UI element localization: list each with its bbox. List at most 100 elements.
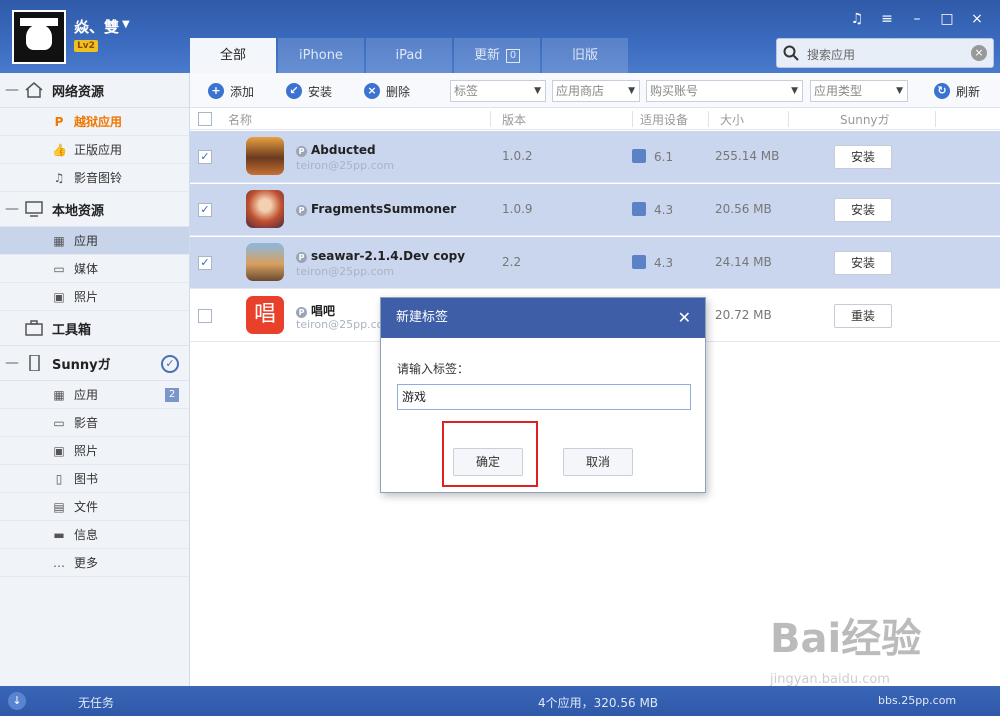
music-icon[interactable]: ♫ — [842, 8, 872, 30]
app-icon — [246, 190, 284, 228]
close-icon[interactable]: × — [962, 8, 992, 30]
tab-label: 旧版 — [571, 48, 598, 63]
close-icon[interactable]: ✕ — [678, 298, 691, 338]
dialog-title-bar: 新建标签 ✕ — [381, 298, 705, 338]
column-header-size[interactable]: 大小 — [720, 111, 744, 128]
collapse-icon[interactable]: — — [0, 201, 24, 217]
chevron-down-icon: ▼ — [628, 86, 635, 96]
sidebar-item-label: 信息 — [74, 528, 99, 542]
menu-icon[interactable]: ≡ — [872, 8, 902, 30]
sidebar-item-label: 图书 — [74, 472, 99, 486]
install-button[interactable]: 安装 — [834, 145, 892, 169]
add-button[interactable]: + 添加 — [208, 81, 254, 101]
avatar-face-shape — [26, 24, 52, 50]
refresh-button[interactable]: ↻ 刷新 — [934, 81, 980, 101]
dropdown-value: 应用类型 — [814, 84, 863, 98]
pp-icon: P — [296, 307, 307, 318]
row-checkbox[interactable] — [198, 309, 212, 323]
app-size: 20.72 MB — [715, 308, 772, 322]
reinstall-button[interactable]: 重装 — [834, 304, 892, 328]
collapse-icon[interactable]: — — [0, 355, 24, 371]
sidebar-item-local-apps[interactable]: ▦ 应用 — [0, 227, 189, 255]
maximize-icon[interactable]: □ — [932, 8, 962, 30]
chevron-down-icon: ▼ — [534, 86, 541, 96]
column-divider — [632, 111, 633, 127]
app-store-dropdown[interactable]: 应用商店 ▼ — [552, 80, 640, 102]
task-status[interactable]: 无任务 — [78, 694, 114, 711]
account-dropdown[interactable]: 购买账号 ▼ — [646, 80, 803, 102]
table-row[interactable]: ✓ P Abducted teiron@25pp.com 1.0.2 6.1 25… — [190, 131, 1000, 183]
grid-icon: ▦ — [53, 233, 65, 248]
app-size: 255.14 MB — [715, 149, 780, 163]
tag-input[interactable]: 游戏 — [397, 384, 691, 410]
app-device: 6.1 — [632, 149, 673, 164]
row-checkbox[interactable]: ✓ — [198, 256, 212, 270]
delete-button[interactable]: × 删除 — [364, 81, 410, 101]
column-header-version[interactable]: 版本 — [502, 111, 526, 128]
sidebar-item-media-ringtones[interactable]: ♫ 影音图铃 — [0, 164, 189, 192]
pp-icon: P — [54, 114, 64, 129]
tab-label: 更新 — [473, 48, 500, 63]
table-row[interactable]: ✓ Pseawar-2.1.4.Dev copy teiron@25pp.com… — [190, 237, 1000, 289]
column-divider — [490, 111, 491, 127]
tab-updates[interactable]: 更新 0 — [454, 38, 540, 73]
search-icon — [783, 45, 799, 61]
minimize-icon[interactable]: – — [902, 8, 932, 30]
sidebar-item-device-books[interactable]: ▯ 图书 — [0, 465, 189, 493]
tab-bar: 全部 iPhone iPad 更新 0 旧版 — [190, 38, 630, 73]
tab-iphone[interactable]: iPhone — [278, 38, 364, 73]
phone-icon — [29, 355, 40, 371]
add-label: 添加 — [230, 84, 255, 99]
row-checkbox[interactable]: ✓ — [198, 150, 212, 164]
install-button[interactable]: 安装 — [834, 198, 892, 222]
column-header-name[interactable]: 名称 — [228, 111, 252, 128]
tab-ipad[interactable]: iPad — [366, 38, 452, 73]
sidebar-item-device-media[interactable]: ▭ 影音 — [0, 409, 189, 437]
collapse-icon[interactable]: — — [0, 82, 24, 98]
sidebar-item-local-media[interactable]: ▭ 媒体 — [0, 255, 189, 283]
download-icon[interactable]: ↓ — [8, 692, 26, 710]
chevron-down-icon[interactable]: ▼ — [122, 19, 130, 30]
cancel-button[interactable]: 取消 — [563, 448, 633, 476]
book-icon: ▯ — [55, 471, 63, 486]
app-version: 1.0.2 — [502, 149, 533, 163]
row-checkbox[interactable]: ✓ — [198, 203, 212, 217]
app-type-dropdown[interactable]: 应用类型 ▼ — [810, 80, 908, 102]
install-button[interactable]: 安装 — [834, 251, 892, 275]
column-header-device[interactable]: 适用设备 — [640, 111, 688, 128]
sidebar-item-genuine-apps[interactable]: 👍 正版应用 — [0, 136, 189, 164]
avatar[interactable] — [12, 10, 66, 64]
sidebar-item-local-photos[interactable]: ▣ 照片 — [0, 283, 189, 311]
app-device: 4.3 — [632, 255, 673, 270]
sidebar-group-toolbox[interactable]: 工具箱 — [0, 311, 189, 346]
baidu-watermark: Bai经验 — [770, 616, 922, 662]
sidebar-group-local[interactable]: — 本地资源 — [0, 192, 189, 227]
toolbar: + 添加 ↙ 安装 × 删除 标签 ▼ 应用商店 ▼ 购买账号 ▼ 应用类型 ▼ ↻ 刷… — [190, 73, 1000, 108]
select-all-checkbox[interactable] — [198, 112, 212, 126]
table-row[interactable]: ✓ P FragmentsSummoner 1.0.9 4.3 20.56 MB … — [190, 184, 1000, 236]
sidebar-item-device-more[interactable]: … 更多 — [0, 549, 189, 577]
app-summary: 4个应用，320.56 MB — [538, 696, 659, 710]
sidebar-item-label: 应用 — [74, 388, 99, 402]
app-account: teiron@25pp.com — [296, 159, 395, 172]
sidebar-item-device-apps[interactable]: ▦ 应用 2 — [0, 381, 189, 409]
app-name-text: Abducted — [311, 143, 376, 157]
search-box[interactable]: 搜索应用 × — [776, 38, 994, 68]
sidebar-item-device-messages[interactable]: ▬ 信息 — [0, 521, 189, 549]
sidebar-item-label: 更多 — [74, 556, 99, 570]
clear-icon[interactable]: × — [971, 45, 987, 61]
sidebar-item-jailbreak-apps[interactable]: P 越狱应用 — [0, 108, 189, 136]
tag-filter-dropdown[interactable]: 标签 ▼ — [450, 80, 546, 102]
user-name[interactable]: 焱、雙 — [74, 16, 119, 37]
grid-icon: ▦ — [53, 387, 65, 402]
tab-old-versions[interactable]: 旧版 — [542, 38, 628, 73]
sidebar-item-device-photos[interactable]: ▣ 照片 — [0, 437, 189, 465]
ellipsis-icon: … — [53, 555, 65, 570]
sidebar-group-network[interactable]: — 网络资源 — [0, 73, 189, 108]
sidebar-group-device[interactable]: — Sunnyガ ✓ — [0, 346, 189, 381]
sidebar-item-device-files[interactable]: ▤ 文件 — [0, 493, 189, 521]
install-button[interactable]: ↙ 安装 — [286, 81, 332, 101]
tab-all[interactable]: 全部 — [190, 38, 276, 73]
thumbs-up-icon: 👍 — [52, 142, 67, 157]
column-header-device-status[interactable]: Sunnyガ — [840, 111, 890, 128]
